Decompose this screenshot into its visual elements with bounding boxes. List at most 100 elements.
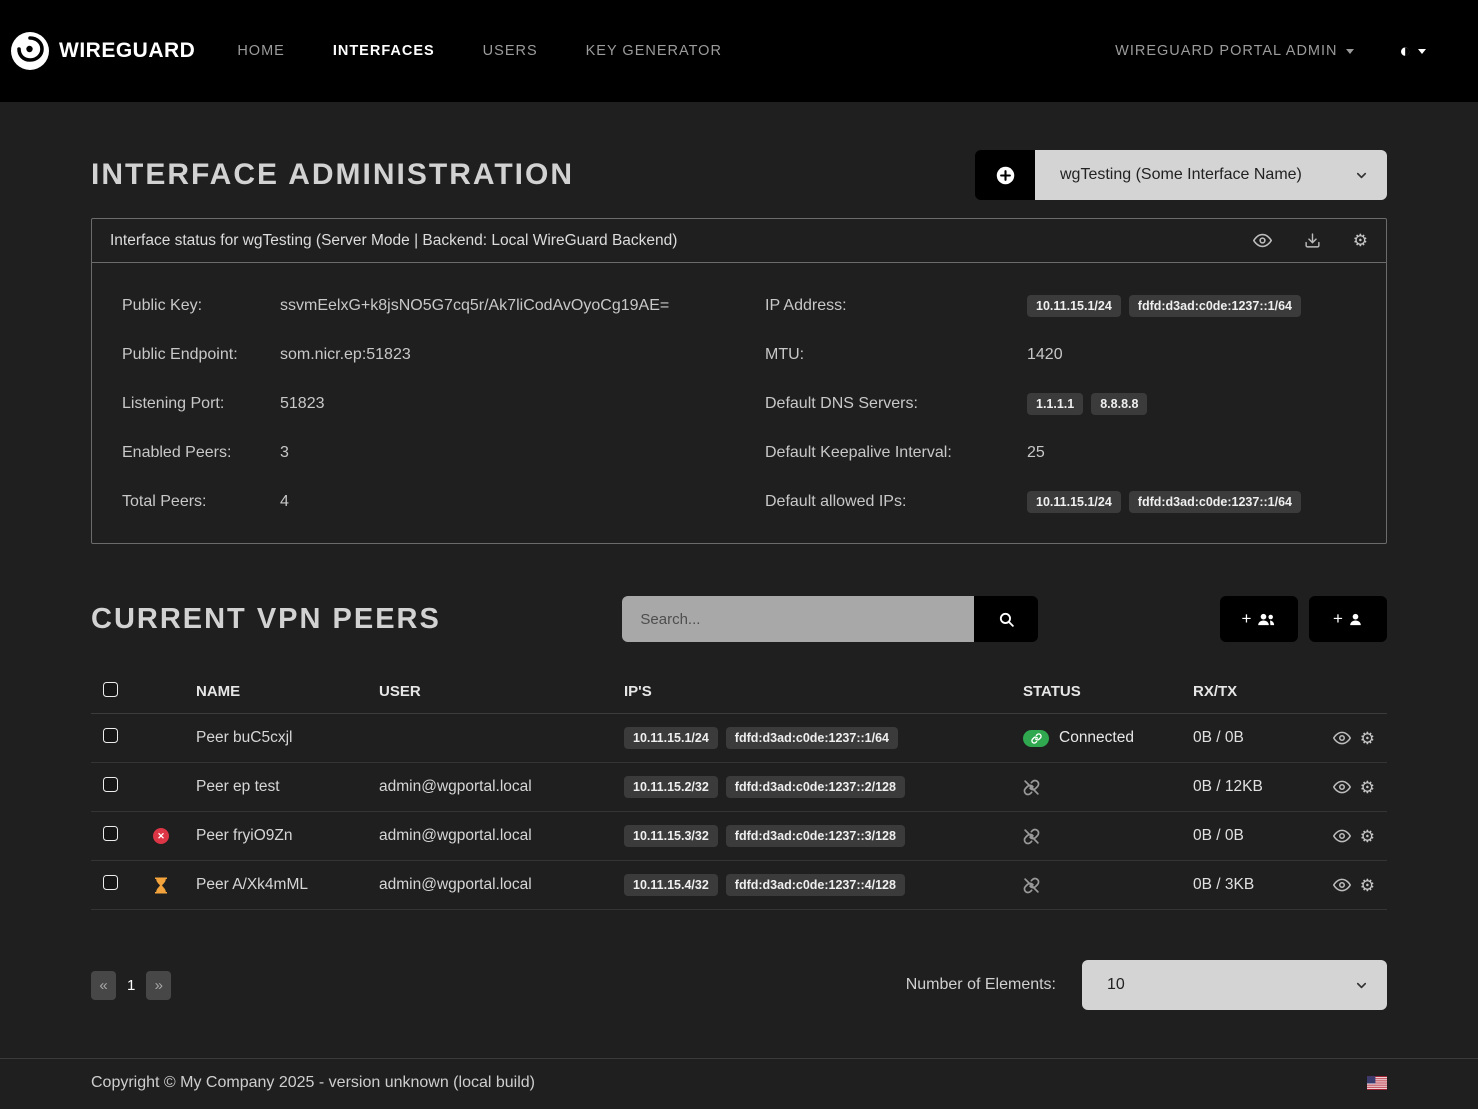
brand-text: WireGuard xyxy=(59,39,195,63)
elements-count-select[interactable]: 10 xyxy=(1082,960,1387,1010)
search-input[interactable] xyxy=(622,596,974,642)
search-button[interactable] xyxy=(974,596,1038,642)
ip-badge: 10.11.15.1/24 xyxy=(1027,491,1121,513)
ip-badge: fdfd:d3ad:c0de:1237::1/64 xyxy=(1129,295,1301,317)
add-multiple-peers-button[interactable]: + xyxy=(1220,596,1298,642)
add-peer-button[interactable]: + xyxy=(1309,596,1387,642)
ip-address-badges: 10.11.15.1/24fdfd:d3ad:c0de:1237::1/64 xyxy=(1027,295,1356,317)
column-header-status: STATUS xyxy=(1023,683,1193,700)
field-label: Default Keepalive Interval: xyxy=(765,442,1027,464)
chevron-down-icon xyxy=(1354,978,1369,993)
admin-menu-dropdown[interactable]: WIREGUARD PORTAL ADMIN xyxy=(1115,43,1353,59)
row-checkbox[interactable] xyxy=(103,826,118,841)
chevron-down-icon xyxy=(1354,168,1369,183)
view-peer-button[interactable] xyxy=(1333,827,1351,845)
enabled-peers-value: 3 xyxy=(280,442,765,464)
gear-icon: ⚙ xyxy=(1360,779,1375,796)
select-all-checkbox[interactable] xyxy=(103,682,118,697)
pagination-page-1[interactable]: 1 xyxy=(121,971,141,1000)
chevron-down-icon xyxy=(1418,49,1426,54)
row-actions: ⚙ xyxy=(1323,827,1387,845)
add-interface-button[interactable] xyxy=(975,150,1035,200)
peer-rxtx: 0B / 0B xyxy=(1193,827,1323,845)
interface-select[interactable]: wgTesting (Some Interface Name) xyxy=(1035,150,1387,200)
field-label: Total Peers: xyxy=(122,491,280,513)
search-icon xyxy=(998,611,1015,628)
ip-badge: fdfd:d3ad:c0de:1237::2/128 xyxy=(726,776,905,798)
pagination-next-button[interactable]: » xyxy=(146,971,171,1000)
peer-name[interactable]: Peer fryiO9Zn xyxy=(182,827,379,845)
field-label: Public Key: xyxy=(122,295,280,317)
row-checkbox[interactable] xyxy=(103,777,118,792)
elements-count-group: Number of Elements: 10 xyxy=(906,960,1387,1010)
ip-badge: fdfd:d3ad:c0de:1237::1/64 xyxy=(1129,491,1301,513)
field-label: Listening Port: xyxy=(122,393,280,415)
plus-icon: + xyxy=(1242,609,1252,629)
eye-icon xyxy=(1253,231,1272,250)
peer-status xyxy=(1023,877,1193,894)
interface-select-group: wgTesting (Some Interface Name) xyxy=(975,150,1387,200)
disconnected-unlink-icon xyxy=(1023,779,1040,796)
peer-user: admin@wgportal.local xyxy=(379,876,624,894)
nav-item-interfaces[interactable]: INTERFACES xyxy=(333,43,435,59)
footer: Copyright © My Company 2025 - version un… xyxy=(0,1058,1478,1107)
peer-settings-button[interactable]: ⚙ xyxy=(1360,729,1375,747)
view-config-button[interactable] xyxy=(1253,231,1272,250)
nav-items: HOME INTERFACES USERS KEY GENERATOR xyxy=(237,43,722,59)
ip-badge: fdfd:d3ad:c0de:1237::1/64 xyxy=(726,727,898,749)
column-header-name: NAME xyxy=(182,683,379,700)
public-endpoint-value: som.nicr.ep:51823 xyxy=(280,344,765,366)
theme-toggle-dropdown[interactable]: ◐ xyxy=(1400,42,1426,61)
interface-card-title: Interface status for wgTesting (Server M… xyxy=(110,232,677,250)
pagination-prev-button[interactable]: « xyxy=(91,971,116,1000)
connected-link-icon xyxy=(1023,730,1049,747)
peer-name[interactable]: Peer A/Xk4mML xyxy=(182,876,379,894)
eye-icon xyxy=(1333,827,1351,845)
peer-settings-button[interactable]: ⚙ xyxy=(1360,778,1375,796)
main-content: INTERFACE ADMINISTRATION wgTesting (Some… xyxy=(0,150,1478,1010)
peer-name[interactable]: Peer ep test xyxy=(182,778,379,796)
ip-badge: 10.11.15.3/32 xyxy=(624,825,718,847)
gear-icon: ⚙ xyxy=(1353,232,1368,249)
ip-badge: 10.11.15.2/32 xyxy=(624,776,718,798)
column-header-rxtx: RX/TX xyxy=(1193,683,1323,700)
interface-settings-button[interactable]: ⚙ xyxy=(1353,232,1368,249)
peer-name[interactable]: Peer buC5cxjl xyxy=(182,729,379,747)
view-peer-button[interactable] xyxy=(1333,876,1351,894)
row-actions: ⚙ xyxy=(1323,778,1387,796)
peer-user: admin@wgportal.local xyxy=(379,778,624,796)
peer-settings-button[interactable]: ⚙ xyxy=(1360,827,1375,845)
view-peer-button[interactable] xyxy=(1333,729,1351,747)
view-peer-button[interactable] xyxy=(1333,778,1351,796)
user-icon xyxy=(1348,612,1363,627)
nav-item-home[interactable]: HOME xyxy=(237,43,285,59)
gear-icon: ⚙ xyxy=(1360,828,1375,845)
navbar-right: WIREGUARD PORTAL ADMIN ◐ xyxy=(1115,42,1426,61)
peer-ips: 10.11.15.2/32 fdfd:d3ad:c0de:1237::2/128 xyxy=(624,776,1023,798)
field-label: Default DNS Servers: xyxy=(765,393,1027,415)
interface-select-value: wgTesting (Some Interface Name) xyxy=(1060,166,1302,184)
disconnected-unlink-icon xyxy=(1023,877,1040,894)
table-footer-bar: « 1 » Number of Elements: 10 xyxy=(91,960,1387,1010)
row-checkbox[interactable] xyxy=(103,728,118,743)
table-row: Peer ep test admin@wgportal.local 10.11.… xyxy=(91,763,1387,812)
nav-item-users[interactable]: USERS xyxy=(483,43,538,59)
peer-ips: 10.11.15.1/24 fdfd:d3ad:c0de:1237::1/64 xyxy=(624,727,1023,749)
language-flag-us-icon[interactable] xyxy=(1367,1076,1387,1090)
peer-status xyxy=(1023,779,1193,796)
brand[interactable]: WireGuard xyxy=(10,31,195,71)
field-label: Enabled Peers: xyxy=(122,442,280,464)
download-config-button[interactable] xyxy=(1304,232,1321,249)
interface-card-body: Public Key: ssvmEelxG+k8jsNO5G7cq5r/Ak7l… xyxy=(92,263,1386,543)
eye-icon xyxy=(1333,778,1351,796)
row-checkbox[interactable] xyxy=(103,875,118,890)
peer-rxtx: 0B / 0B xyxy=(1193,729,1323,747)
peers-toolbar: CURRENT VPN PEERS + + xyxy=(91,596,1387,642)
ip-badge: 10.11.15.1/24 xyxy=(624,727,718,749)
peer-settings-button[interactable]: ⚙ xyxy=(1360,876,1375,894)
field-label: MTU: xyxy=(765,344,1027,366)
column-header-user: USER xyxy=(379,683,624,700)
nav-item-key-generator[interactable]: KEY GENERATOR xyxy=(586,43,722,59)
interface-status-card: Interface status for wgTesting (Server M… xyxy=(91,218,1387,544)
ip-badge: fdfd:d3ad:c0de:1237::3/128 xyxy=(726,825,905,847)
